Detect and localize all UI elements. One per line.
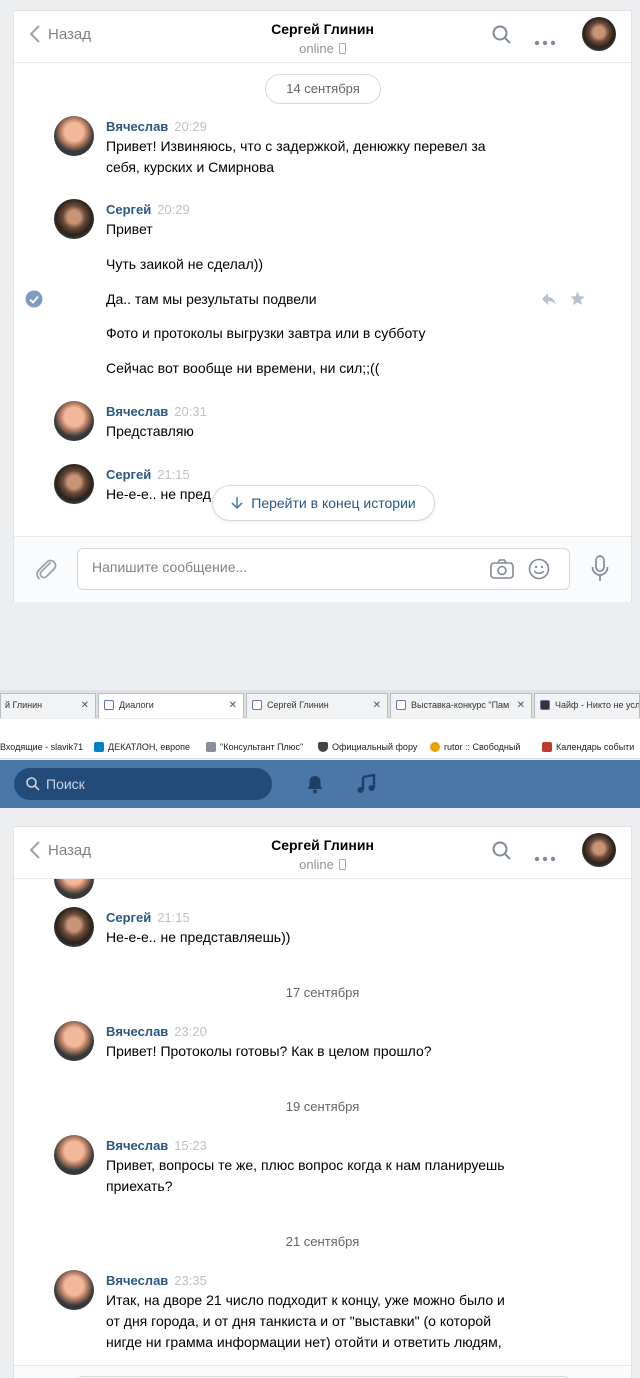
close-icon[interactable]: ✕	[517, 694, 525, 717]
message-time: 23:35	[174, 1273, 207, 1288]
more-icon[interactable]	[534, 35, 556, 46]
address-bar-area	[0, 719, 640, 737]
avatar[interactable]	[54, 907, 94, 947]
avatar[interactable]	[54, 116, 94, 156]
avatar[interactable]	[54, 1270, 94, 1310]
message-author[interactable]: Сергей 21:15	[106, 467, 190, 482]
date-separator: 17 сентября	[285, 985, 360, 1000]
rutor-icon	[430, 742, 440, 752]
chat-panel-bottom: Назад Сергей Глинин online Сергей 21:15 Н…	[13, 826, 632, 1378]
message-text: Привет	[106, 221, 153, 237]
browser-tab[interactable]: Сергей Глинин ✕	[246, 693, 388, 718]
chat-header: Назад Сергей Глинин online	[14, 11, 631, 63]
emoji-icon[interactable]	[528, 558, 550, 583]
music-icon[interactable]	[356, 773, 376, 797]
bookmark-item[interactable]: ДЕКАТЛОН, европе	[94, 742, 190, 752]
bell-icon[interactable]	[305, 774, 325, 797]
close-icon[interactable]: ✕	[373, 694, 381, 717]
arrow-down-icon	[231, 497, 243, 510]
message-text: Не-е-е.. не представляешь))	[106, 929, 291, 945]
message-text: Да.. там мы результаты подвели	[106, 291, 317, 307]
browser-tab-active[interactable]: Диалоги ✕	[98, 693, 244, 718]
avatar[interactable]	[54, 1135, 94, 1175]
search-icon[interactable]	[492, 25, 512, 48]
message-composer	[14, 1365, 631, 1378]
avatar[interactable]	[54, 199, 94, 239]
message-author[interactable]: Вячеслав 20:31	[106, 404, 207, 419]
global-search[interactable]: Поиск	[14, 768, 272, 800]
avatar[interactable]	[54, 464, 94, 504]
message-text: Чуть заикой не сделал))	[106, 256, 264, 272]
mobile-icon	[338, 859, 346, 870]
decathlon-icon	[94, 742, 104, 752]
bookmarks-bar: Входящие - slavik71 ДЕКАТЛОН, европе "Ко…	[0, 737, 640, 759]
mobile-icon	[338, 43, 346, 54]
check-icon[interactable]	[25, 290, 43, 311]
date-pill: 14 сентября	[265, 74, 381, 104]
avatar[interactable]	[54, 1021, 94, 1061]
date-separator: 19 сентября	[285, 1099, 360, 1114]
header-avatar[interactable]	[582, 833, 616, 867]
close-icon[interactable]: ✕	[81, 694, 89, 717]
shield-icon	[318, 742, 328, 752]
message-text: Привет, вопросы те же, плюс вопрос когда…	[106, 1157, 505, 1194]
bookmark-item[interactable]: Официальный фору	[318, 742, 417, 752]
message-author[interactable]: Вячеслав 20:29	[106, 119, 207, 134]
attach-icon[interactable]	[34, 557, 58, 584]
calendar-icon	[542, 742, 552, 752]
bookmark-item[interactable]: "Консультант Плюс"	[206, 742, 303, 752]
message-author[interactable]: Сергей 21:15	[106, 910, 190, 925]
message-text: Сейчас вот вообще ни времени, ни сил;;((	[106, 360, 380, 376]
date-separator: 21 сентября	[285, 1234, 360, 1249]
search-icon	[26, 777, 40, 791]
go-to-end-button[interactable]: Перейти в конец истории	[212, 485, 435, 521]
search-icon[interactable]	[492, 841, 512, 864]
message-time: 15:23	[174, 1138, 207, 1153]
message-text: Привет! Извиняюсь, что с задержкой, деню…	[106, 138, 486, 175]
bookmark-item[interactable]: Входящие - slavik71	[0, 742, 83, 752]
message-author[interactable]: Сергей 20:29	[106, 202, 190, 217]
camera-icon[interactable]	[490, 558, 514, 583]
message-time: 20:31	[174, 404, 207, 419]
message-text: Итак, на дворе 21 число подходит к концу…	[106, 1292, 505, 1350]
message-time: 21:15	[157, 467, 190, 482]
message-time: 23:20	[174, 1024, 207, 1039]
consultant-icon	[206, 742, 216, 752]
browser-tab[interactable]: й Глинин ✕	[0, 693, 96, 718]
vk-top-bar: Поиск	[0, 760, 640, 808]
bookmark-item[interactable]: Календарь событи	[542, 742, 634, 752]
star-icon[interactable]	[570, 291, 585, 309]
more-icon[interactable]	[534, 851, 556, 862]
reply-icon[interactable]	[541, 292, 557, 309]
message-text: Представляю	[106, 423, 194, 439]
browser-tab[interactable]: Чайф - Никто не услы	[534, 693, 640, 718]
close-icon[interactable]: ✕	[229, 694, 237, 717]
message-time: 20:29	[174, 119, 207, 134]
message-input-box[interactable]	[77, 548, 570, 590]
browser-tab[interactable]: Выставка-конкурс "Пам ✕	[390, 693, 532, 718]
chat-panel-top: Назад Сергей Глинин online 14 сентября В…	[13, 10, 632, 602]
message-text: Не-е-е.. не пред	[106, 486, 211, 502]
message-composer	[14, 536, 631, 602]
vk-icon	[252, 700, 262, 710]
message-time: 21:15	[157, 910, 190, 925]
vk-icon	[104, 700, 114, 710]
message-author[interactable]: Вячеслав 23:20	[106, 1024, 207, 1039]
avatar[interactable]	[54, 401, 94, 441]
message-text: Привет! Протоколы готовы? Как в целом пр…	[106, 1043, 432, 1059]
chat-header: Назад Сергей Глинин online	[14, 827, 631, 879]
microphone-icon[interactable]	[591, 555, 609, 586]
youtube-icon	[540, 700, 550, 710]
header-avatar[interactable]	[582, 17, 616, 51]
bookmark-item[interactable]: rutor :: Свободный	[430, 742, 520, 752]
message-time: 20:29	[157, 202, 190, 217]
vk-icon	[396, 700, 406, 710]
message-author[interactable]: Вячеслав 15:23	[106, 1138, 207, 1153]
message-text: Фото и протоколы выгрузки завтра или в с…	[106, 325, 426, 341]
browser-tab-strip: й Глинин ✕ Диалоги ✕ Сергей Глинин ✕ Выстав…	[0, 690, 640, 718]
message-author[interactable]: Вячеслав 23:35	[106, 1273, 207, 1288]
message-input[interactable]	[92, 559, 472, 575]
